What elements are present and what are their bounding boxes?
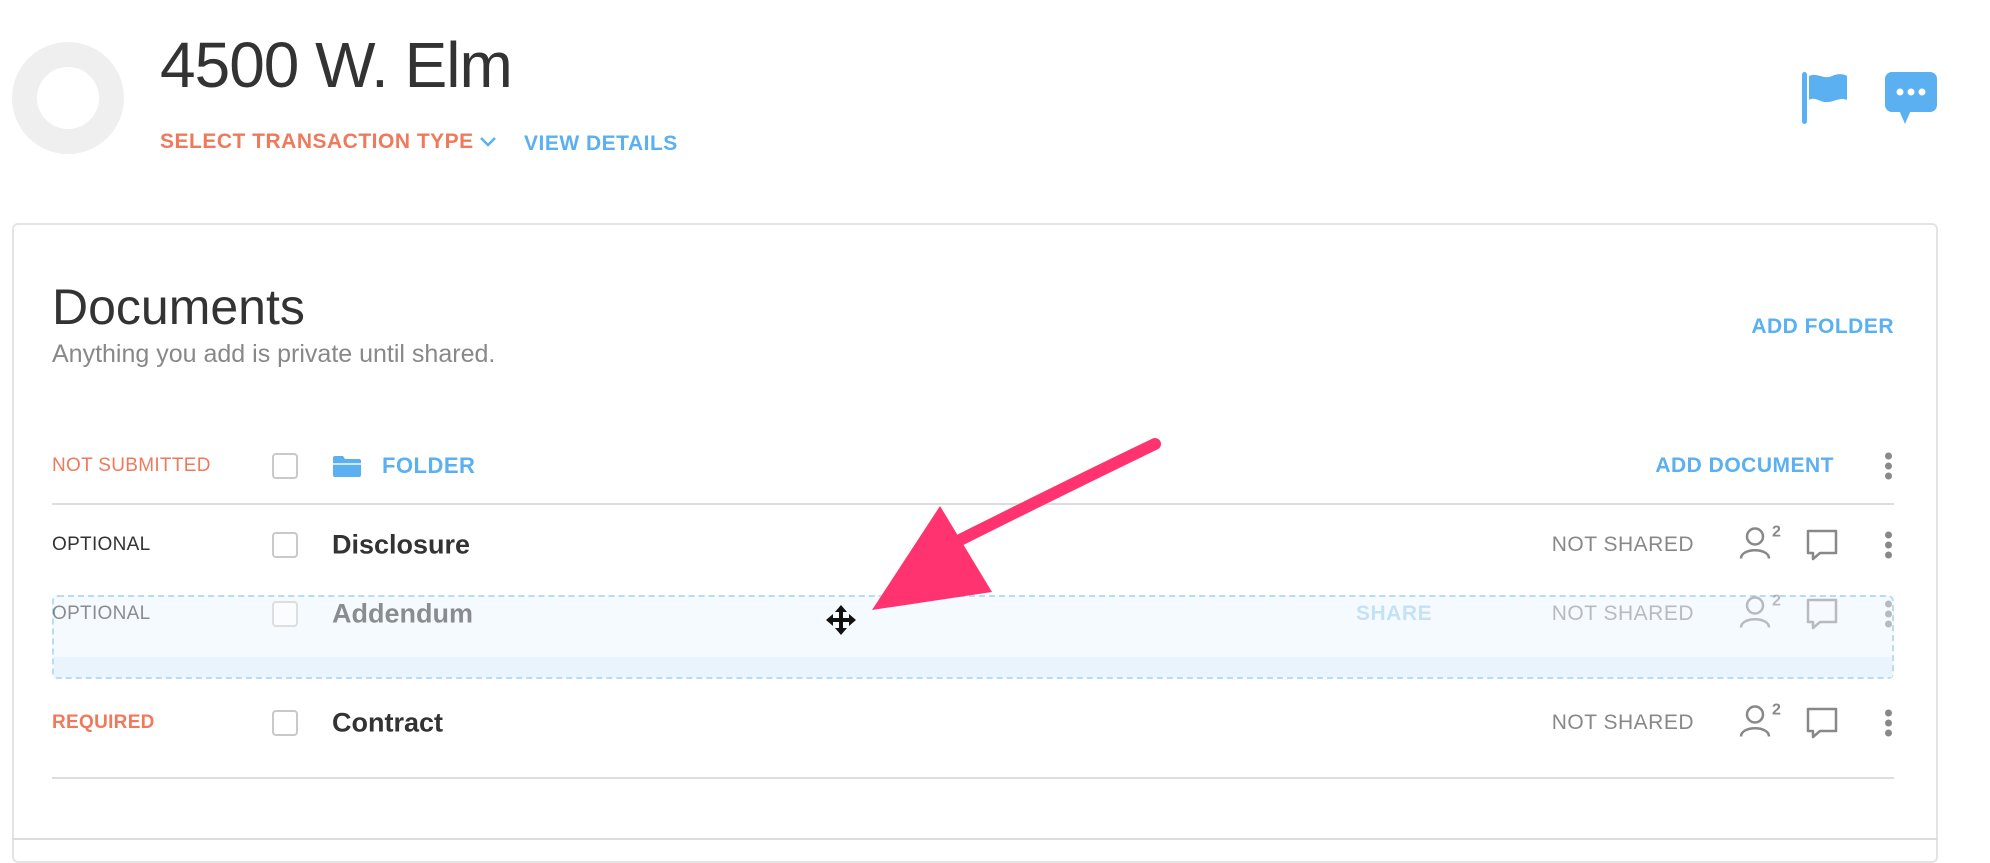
chevron-down-icon bbox=[479, 137, 496, 148]
header-divider bbox=[52, 503, 1894, 505]
folder-row: NOT SUBMITTED FOLDER ADD DOCUMENT bbox=[52, 436, 1894, 496]
shared-status: NOT SHARED bbox=[1551, 533, 1694, 556]
people-count: 2 bbox=[1772, 701, 1781, 719]
folder-checkbox[interactable] bbox=[272, 453, 298, 479]
transaction-type-label: SELECT TRANSACTION TYPE bbox=[160, 130, 474, 153]
page-title: 4500 W. Elm bbox=[160, 29, 513, 101]
documents-heading: Documents bbox=[52, 279, 305, 335]
folder-status-label: NOT SUBMITTED bbox=[52, 455, 211, 476]
people-count: 2 bbox=[1772, 523, 1781, 541]
document-name[interactable]: Disclosure bbox=[332, 530, 470, 561]
view-details-link[interactable]: VIEW DETAILS bbox=[524, 132, 678, 156]
document-row[interactable]: REQUIRED Contract NOT SHARED 2 bbox=[52, 693, 1894, 753]
document-name[interactable]: Contract bbox=[332, 708, 443, 739]
more-menu-icon[interactable] bbox=[1882, 707, 1894, 740]
comment-icon[interactable] bbox=[1806, 598, 1838, 630]
folder-label[interactable]: FOLDER bbox=[382, 453, 475, 479]
document-checkbox[interactable] bbox=[272, 532, 298, 558]
row-divider bbox=[52, 777, 1894, 779]
share-button[interactable]: SHARE bbox=[1356, 602, 1432, 626]
document-checkbox[interactable] bbox=[272, 601, 298, 627]
document-status-label: REQUIRED bbox=[52, 712, 155, 733]
document-checkbox[interactable] bbox=[272, 710, 298, 736]
document-status-label: OPTIONAL bbox=[52, 534, 151, 555]
people-count: 2 bbox=[1772, 592, 1781, 610]
documents-subheading: Anything you add is private until shared… bbox=[52, 340, 496, 368]
people-icon[interactable]: 2 bbox=[1738, 524, 1781, 565]
shared-status: NOT SHARED bbox=[1551, 602, 1694, 625]
document-row[interactable]: OPTIONAL Disclosure NOT SHARED 2 bbox=[52, 515, 1894, 575]
more-menu-icon[interactable] bbox=[1882, 598, 1894, 631]
people-icon[interactable]: 2 bbox=[1738, 593, 1781, 634]
add-folder-button[interactable]: ADD FOLDER bbox=[1751, 315, 1894, 339]
comment-icon[interactable] bbox=[1806, 707, 1838, 739]
select-transaction-type-dropdown[interactable]: SELECT TRANSACTION TYPE bbox=[160, 130, 496, 154]
move-cursor-icon bbox=[826, 605, 856, 635]
people-icon[interactable]: 2 bbox=[1738, 702, 1781, 743]
folder-icon bbox=[333, 456, 361, 477]
add-document-button[interactable]: ADD DOCUMENT bbox=[1655, 454, 1834, 478]
avatar bbox=[12, 42, 124, 154]
card-bottom-divider bbox=[12, 838, 1938, 840]
flag-icon[interactable] bbox=[1800, 70, 1850, 126]
chat-icon[interactable] bbox=[1884, 70, 1938, 128]
comment-icon[interactable] bbox=[1806, 529, 1838, 561]
document-status-label: OPTIONAL bbox=[52, 603, 151, 624]
shared-status: NOT SHARED bbox=[1551, 711, 1694, 734]
document-name[interactable]: Addendum bbox=[332, 599, 473, 630]
more-menu-icon[interactable] bbox=[1882, 450, 1894, 483]
document-row-dragging[interactable]: OPTIONAL Addendum SHARE NOT SHARED 2 bbox=[52, 584, 1894, 644]
more-menu-icon[interactable] bbox=[1882, 529, 1894, 562]
